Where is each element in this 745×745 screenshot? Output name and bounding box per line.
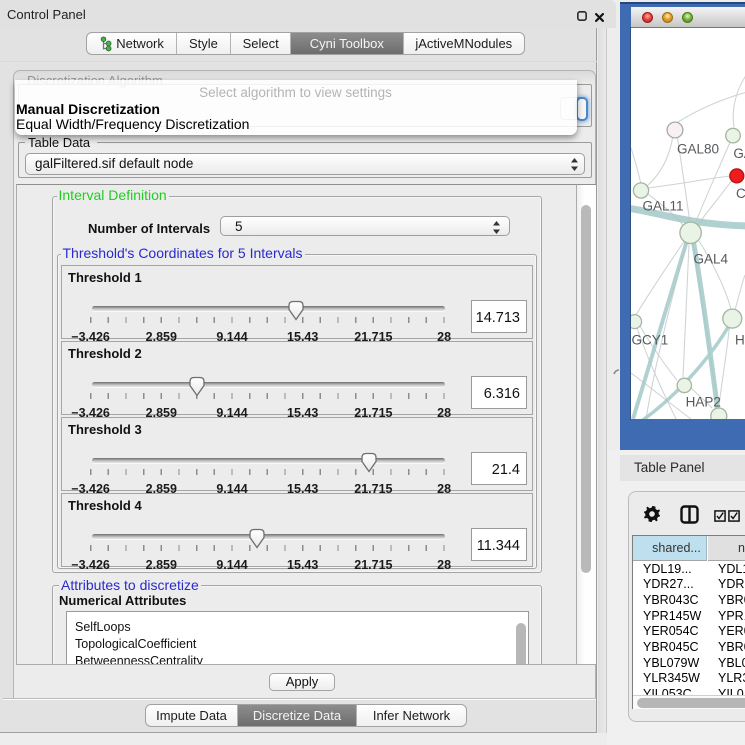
svg-text:GAL4: GAL4 xyxy=(694,252,729,267)
svg-text:GA: GA xyxy=(733,146,745,161)
svg-text:HAP2: HAP2 xyxy=(686,395,721,410)
svg-text:GAL80: GAL80 xyxy=(677,142,719,157)
svg-text:GCY1: GCY1 xyxy=(632,333,669,348)
svg-text:CY: CY xyxy=(736,186,745,201)
svg-text:GAL11: GAL11 xyxy=(643,199,684,214)
svg-text:H: H xyxy=(735,333,745,348)
